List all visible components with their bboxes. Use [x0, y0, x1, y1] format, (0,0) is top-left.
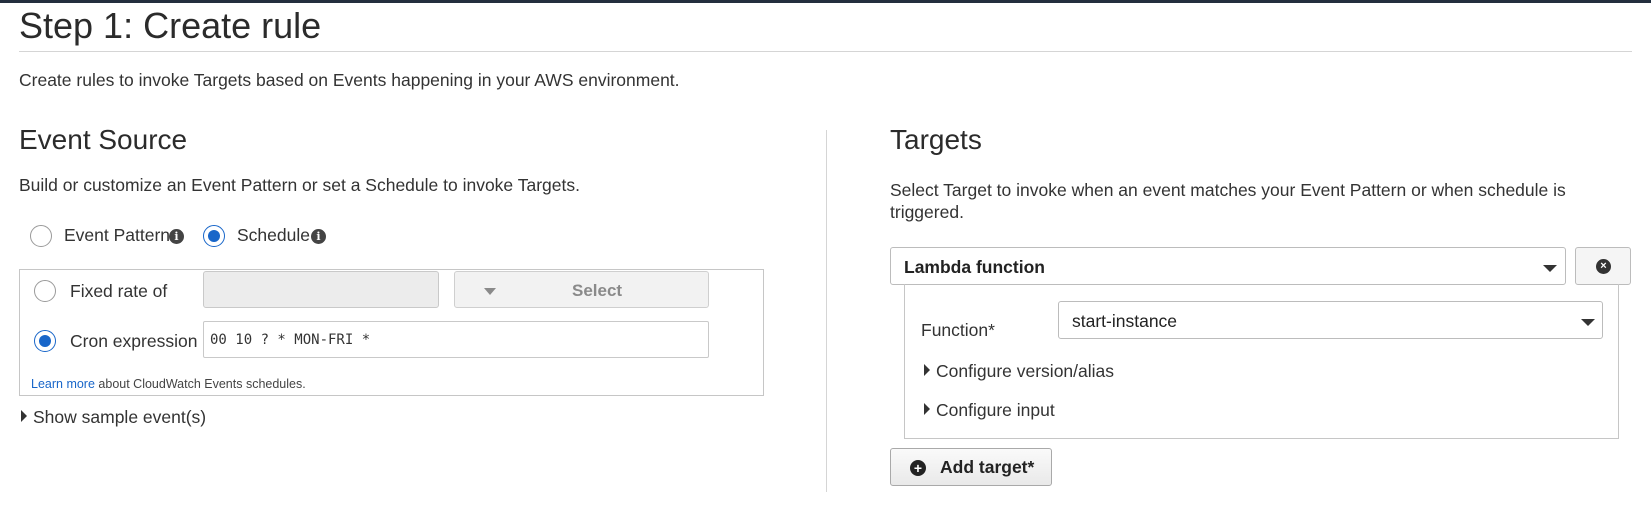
- chevron-down-icon: [484, 288, 496, 295]
- chevron-down-icon: [1581, 319, 1595, 326]
- caret-right-icon: [21, 410, 27, 422]
- function-select[interactable]: start-instance: [1058, 301, 1603, 339]
- show-sample-events-label: Show sample event(s): [33, 407, 207, 427]
- event-pattern-radio[interactable]: [30, 225, 52, 247]
- targets-description-line1: Select Target to invoke when an event ma…: [890, 180, 1566, 200]
- target-type-value: Lambda function: [904, 257, 1045, 277]
- add-target-label: Add target*: [940, 457, 1035, 477]
- configure-version-label: Configure version/alias: [936, 361, 1115, 381]
- configure-input-label: Configure input: [936, 400, 1055, 420]
- event-pattern-label[interactable]: Event Pattern: [64, 225, 170, 246]
- schedule-radio[interactable]: [203, 225, 225, 247]
- close-icon: ×: [1596, 259, 1611, 274]
- column-divider: [826, 130, 827, 492]
- event-pattern-info-icon[interactable]: i: [169, 229, 184, 244]
- cron-label: Cron expression: [70, 331, 198, 351]
- event-source-description: Build or customize an Event Pattern or s…: [19, 175, 580, 195]
- cron-expression-input[interactable]: 00 10 ? * MON-FRI *: [203, 321, 709, 358]
- page-title: Step 1: Create rule: [19, 5, 322, 46]
- plus-circle-icon: +: [910, 460, 926, 476]
- show-sample-events-toggle[interactable]: Show sample event(s): [21, 407, 206, 428]
- schedule-label[interactable]: Schedule: [237, 225, 310, 246]
- schedule-info-icon[interactable]: i: [311, 229, 326, 244]
- title-divider: [19, 51, 1632, 52]
- target-type-select[interactable]: Lambda function: [890, 247, 1566, 285]
- top-bar: [0, 0, 1651, 3]
- fixed-rate-radio[interactable]: [34, 280, 56, 302]
- fixed-rate-input[interactable]: [203, 271, 439, 308]
- event-source-title: Event Source: [19, 124, 188, 155]
- configure-version-toggle[interactable]: Configure version/alias: [924, 361, 1114, 382]
- function-value: start-instance: [1072, 311, 1178, 331]
- add-target-button[interactable]: + Add target*: [890, 448, 1052, 486]
- caret-right-icon: [924, 403, 930, 415]
- rate-unit-select[interactable]: Select: [454, 271, 709, 308]
- page-intro: Create rules to invoke Targets based on …: [19, 70, 680, 90]
- learn-more-link[interactable]: Learn more: [31, 377, 95, 391]
- schedule-help-text: Learn more about CloudWatch Events sched…: [31, 377, 306, 391]
- chevron-down-icon: [1543, 265, 1557, 272]
- remove-target-button[interactable]: ×: [1575, 247, 1631, 285]
- targets-description: Select Target to invoke when an event ma…: [890, 179, 1566, 223]
- caret-right-icon: [924, 364, 930, 376]
- fixed-rate-label: Fixed rate of: [70, 281, 168, 301]
- cron-radio[interactable]: [34, 330, 56, 352]
- learn-more-text: about CloudWatch Events schedules.: [98, 377, 306, 391]
- rate-unit-select-label: Select: [572, 281, 623, 300]
- targets-title: Targets: [890, 124, 982, 155]
- targets-description-line2: triggered.: [890, 202, 964, 222]
- function-label: Function*: [921, 320, 995, 340]
- configure-input-toggle[interactable]: Configure input: [924, 400, 1055, 421]
